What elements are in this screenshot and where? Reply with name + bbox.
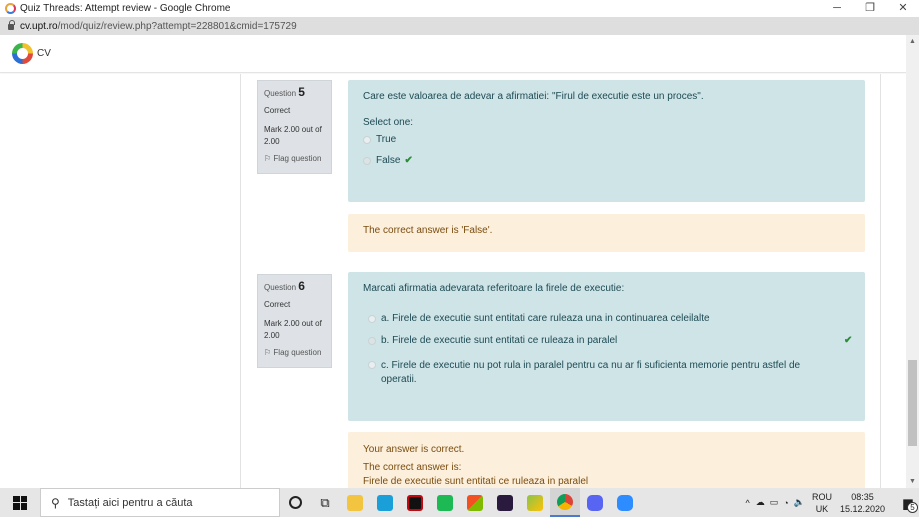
- radio-b[interactable]: [368, 337, 376, 345]
- select-one-prompt: Select one:: [363, 117, 414, 128]
- question-status: Correct: [264, 300, 291, 309]
- minimize-button[interactable]: ─: [825, 0, 849, 17]
- flag-icon: ⚐: [264, 154, 272, 163]
- site-name[interactable]: CV: [37, 48, 51, 59]
- url-path: /mod/quiz/review.php?attempt=228801&cmid…: [57, 20, 297, 32]
- question-number: 5: [298, 85, 305, 99]
- clock-date: 15.12.2020: [839, 503, 885, 514]
- feedback-box-6: Your answer is correct. The correct answ…: [348, 432, 865, 488]
- skype-icon[interactable]: [370, 488, 400, 517]
- answer-option-b[interactable]: b. Firele de executie sunt entitati ce r…: [368, 335, 853, 346]
- windows-icon: [13, 495, 27, 510]
- right-divider: [880, 74, 881, 488]
- clock-time: 08:35: [851, 491, 874, 502]
- option-label: False: [376, 155, 401, 166]
- wifi-icon[interactable]: ◔: [783, 498, 788, 508]
- correct-check-icon: ✔: [844, 335, 853, 346]
- language-indicator[interactable]: ROU UK: [812, 491, 832, 515]
- radio-c[interactable]: [368, 361, 376, 369]
- clock[interactable]: 08:35 15.12.2020: [840, 491, 885, 515]
- site-header: CV: [0, 35, 906, 73]
- close-button[interactable]: ✕: [891, 0, 915, 17]
- question-text: Care este valoarea de adevar a afirmatie…: [363, 91, 704, 102]
- answer-option-c[interactable]: c. Firele de executie nu pot rula in par…: [368, 359, 838, 387]
- page-scrollbar[interactable]: ▲ ▼: [906, 35, 919, 488]
- notification-center-icon[interactable]: ▆ 5: [897, 488, 919, 517]
- quiz-review-content: Question 5 Correct Mark 2.00 out of 2.00…: [0, 74, 906, 488]
- premiere-icon[interactable]: [490, 488, 520, 517]
- taskbar-search-box[interactable]: ⚲ Tastați aici pentru a căuta: [40, 488, 280, 517]
- system-tray: ^ ☁ ▭ ◔ 🔈 ROU UK 08:35 15.12.2020 ▆ 5: [746, 488, 919, 517]
- question-label: Question: [264, 89, 297, 98]
- option-label: c. Firele de executie nu pot rula in par…: [381, 360, 801, 385]
- window-title: Quiz Threads: Attempt review - Google Ch…: [20, 3, 231, 14]
- url-domain: cv.upt.ro: [20, 20, 58, 32]
- question-text: Marcati afirmatia adevarata referitoare …: [363, 283, 625, 294]
- discord-icon[interactable]: [580, 488, 610, 517]
- cortana-icon[interactable]: [280, 488, 310, 517]
- flag-question-label: Flag question: [273, 154, 322, 163]
- window-titlebar: Quiz Threads: Attempt review - Google Ch…: [0, 0, 919, 17]
- chrome-taskbar-icon[interactable]: [550, 488, 580, 517]
- scrollbar-thumb[interactable]: [908, 360, 917, 446]
- option-label: b. Firele de executie sunt entitati ce r…: [381, 335, 618, 346]
- scroll-up-icon[interactable]: ▲: [909, 38, 916, 45]
- tray-chevron-icon[interactable]: ^: [746, 498, 750, 508]
- scroll-down-icon[interactable]: ▼: [909, 478, 916, 485]
- paint-icon[interactable]: [520, 488, 550, 517]
- search-icon: ⚲: [51, 495, 60, 510]
- feedback-box-5: The correct answer is 'False'.: [348, 214, 865, 252]
- lock-icon: [8, 20, 15, 30]
- left-column: [0, 74, 241, 488]
- radio-a[interactable]: [368, 315, 376, 323]
- answer-option-a[interactable]: a. Firele de executie sunt entitati care…: [368, 313, 850, 324]
- search-placeholder: Tastați aici pentru a căuta: [67, 496, 193, 509]
- correct-answer-label: The correct answer is:: [363, 462, 462, 473]
- chrome-icon: [5, 3, 16, 14]
- correct-answer-value: Firele de executie sunt entitati ce rule…: [363, 476, 589, 487]
- question-mark: Mark 2.00 out of 2.00: [264, 319, 322, 340]
- option-label: a. Firele de executie sunt entitati care…: [381, 313, 710, 324]
- answer-option-false[interactable]: False ✔: [363, 155, 850, 166]
- site-logo-icon[interactable]: [12, 43, 33, 64]
- address-bar[interactable]: cv.upt.ro /mod/quiz/review.php?attempt=2…: [0, 17, 919, 35]
- netflix-icon[interactable]: [400, 488, 430, 517]
- battery-icon[interactable]: ▭: [770, 497, 779, 508]
- question-info-6: Question 6 Correct Mark 2.00 out of 2.00…: [257, 274, 332, 368]
- language-top: ROU: [811, 491, 832, 502]
- start-button[interactable]: [0, 488, 40, 517]
- correct-check-icon: ✔: [404, 155, 413, 166]
- volume-icon[interactable]: 🔈: [794, 497, 805, 508]
- task-view-icon[interactable]: ⧉: [310, 488, 340, 517]
- flag-question-link[interactable]: ⚐ Flag question: [264, 347, 325, 359]
- cloud-icon[interactable]: ☁: [756, 497, 765, 508]
- question-status: Correct: [264, 106, 291, 115]
- answer-option-true[interactable]: True: [363, 134, 850, 145]
- windows-taskbar: ⚲ Tastați aici pentru a căuta ⧉ ^ ☁ ▭ ◔ …: [0, 488, 919, 517]
- flag-question-label: Flag question: [273, 348, 322, 357]
- question-number: 6: [298, 279, 305, 293]
- zoom-icon[interactable]: [610, 488, 640, 517]
- your-answer-correct-text: Your answer is correct.: [363, 444, 465, 455]
- spotify-icon[interactable]: [430, 488, 460, 517]
- question-mark: Mark 2.00 out of 2.00: [264, 125, 322, 146]
- language-bottom: UK: [815, 503, 829, 514]
- radio-false[interactable]: [363, 157, 371, 165]
- notification-count-badge: 5: [907, 502, 918, 513]
- file-explorer-icon[interactable]: [340, 488, 370, 517]
- store-icon[interactable]: [460, 488, 490, 517]
- maximize-button[interactable]: ❐: [858, 0, 882, 17]
- flag-icon: ⚐: [264, 348, 272, 357]
- question-label: Question: [264, 283, 297, 292]
- option-label: True: [376, 134, 397, 145]
- question-info-5: Question 5 Correct Mark 2.00 out of 2.00…: [257, 80, 332, 174]
- radio-true[interactable]: [363, 136, 371, 144]
- question-box-6: Marcati afirmatia adevarata referitoare …: [348, 272, 865, 421]
- correct-answer-text: The correct answer is 'False'.: [363, 225, 493, 236]
- question-box-5: Care este valoarea de adevar a afirmatie…: [348, 80, 865, 202]
- flag-question-link[interactable]: ⚐ Flag question: [264, 153, 325, 165]
